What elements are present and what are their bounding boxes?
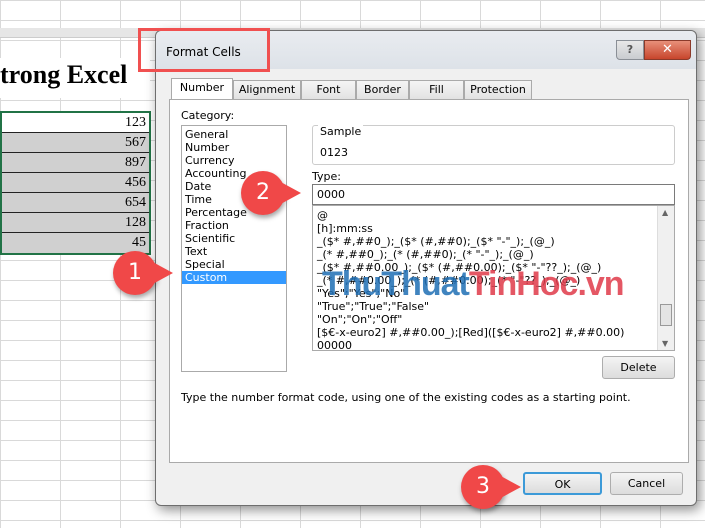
scrollbar[interactable]: ▲ ▼: [657, 206, 674, 350]
description-text: Type the number format code, using one o…: [181, 391, 631, 404]
sample-label: Sample: [318, 125, 364, 138]
category-item[interactable]: General: [182, 128, 286, 141]
format-code-item[interactable]: @: [313, 209, 674, 222]
cell[interactable]: 654: [2, 193, 149, 213]
step-badge-1: 1: [113, 251, 173, 295]
delete-button[interactable]: Delete: [602, 356, 675, 379]
category-list[interactable]: General Number Currency Accounting Date …: [181, 125, 287, 372]
help-button[interactable]: ?: [616, 40, 644, 60]
cell[interactable]: 128: [2, 213, 149, 233]
watermark: ThuThuatTinHoc.vn: [322, 265, 625, 303]
cell[interactable]: 456: [2, 173, 149, 193]
category-item[interactable]: Scientific: [182, 232, 286, 245]
tab-fill[interactable]: Fill: [409, 80, 464, 99]
category-item[interactable]: Text: [182, 245, 286, 258]
title-highlight: [138, 28, 270, 72]
scroll-down-icon[interactable]: ▼: [662, 339, 668, 348]
tab-protection[interactable]: Protection: [464, 80, 532, 99]
cancel-button[interactable]: Cancel: [610, 472, 683, 495]
category-item[interactable]: Number: [182, 141, 286, 154]
tab-number[interactable]: Number: [171, 78, 233, 100]
step-badge-3: 3: [461, 465, 521, 509]
cell[interactable]: 897: [2, 153, 149, 173]
close-button[interactable]: ✕: [644, 40, 691, 60]
category-item[interactable]: Currency: [182, 154, 286, 167]
step-badge-2: 2: [241, 171, 301, 215]
tab-border[interactable]: Border: [356, 80, 409, 99]
category-item-selected[interactable]: Custom: [182, 271, 286, 284]
ok-button[interactable]: OK: [523, 472, 602, 495]
selected-range[interactable]: 123 567 897 456 654 128 45: [0, 111, 151, 255]
category-item[interactable]: Special: [182, 258, 286, 271]
category-item[interactable]: Fraction: [182, 219, 286, 232]
type-input[interactable]: 0000: [312, 184, 675, 205]
tab-font[interactable]: Font: [301, 80, 356, 99]
sample-value: 0123: [320, 146, 348, 159]
sheet-title: trong Excel: [0, 58, 150, 98]
format-code-item[interactable]: [h]:mm:ss: [313, 222, 674, 235]
cell[interactable]: 45: [2, 233, 149, 253]
scroll-thumb[interactable]: [660, 304, 672, 326]
format-code-item[interactable]: _($* #,##0_);_($* (#,##0);_($* "-"_);_(@…: [313, 235, 674, 248]
cell[interactable]: 567: [2, 133, 149, 153]
format-code-item[interactable]: _(* #,##0_);_(* (#,##0);_(* "-"_);_(@_): [313, 248, 674, 261]
format-code-item[interactable]: 00000: [313, 339, 674, 350]
tab-alignment[interactable]: Alignment: [233, 80, 301, 99]
category-label: Category:: [181, 109, 235, 122]
format-code-item[interactable]: "On";"On";"Off": [313, 313, 674, 326]
type-label: Type:: [312, 170, 341, 183]
scroll-up-icon[interactable]: ▲: [662, 208, 668, 217]
sample-group: Sample 0123: [312, 125, 675, 165]
format-code-item[interactable]: [$€-x-euro2] #,##0.00_);[Red]([$€-x-euro…: [313, 326, 674, 339]
cell[interactable]: 123: [2, 113, 149, 133]
